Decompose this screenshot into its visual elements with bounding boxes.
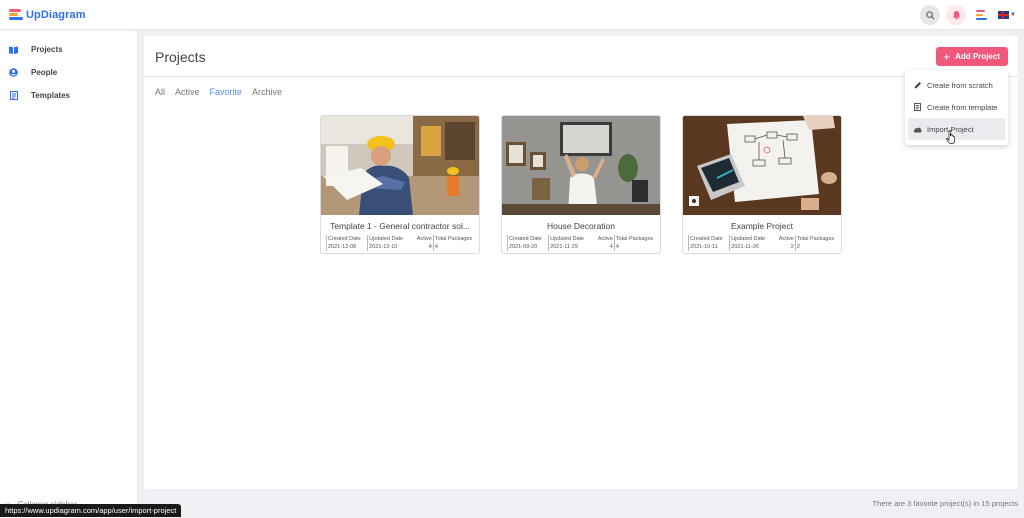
project-thumbnail-house	[502, 116, 660, 215]
created-date-value: 2021-10-11	[690, 244, 718, 250]
language-selector[interactable]: ▼	[998, 11, 1016, 19]
bell-icon	[952, 10, 960, 20]
updated-date-header: Updated Date	[731, 236, 766, 242]
updated-date-value: 2021-11-29	[550, 244, 578, 250]
sidebar: Projects People Templates « Collapse sid…	[0, 31, 138, 518]
logo-text: UpDiagram	[26, 9, 86, 21]
uk-flag-icon	[998, 11, 1010, 19]
active-value: 2	[790, 244, 794, 250]
sidebar-item-label: Templates	[31, 91, 70, 100]
header-actions: ▼	[920, 5, 1016, 25]
tab-active[interactable]: Active	[175, 87, 200, 97]
menu-lines-button[interactable]	[972, 5, 992, 25]
project-meta: Created Date 2021-12-08 Updated Date 2021-…	[321, 235, 479, 251]
document-icon	[913, 103, 922, 112]
updated-date-value: 2021-11-26	[731, 244, 759, 250]
page-title: Projects	[155, 49, 206, 65]
updated-date-value: 2021-12-10	[369, 244, 398, 250]
tab-archive[interactable]: Archive	[252, 87, 282, 97]
project-thumbnail-example	[683, 116, 841, 215]
menu-lines-icon	[976, 9, 988, 20]
add-project-label: Add Project	[955, 52, 1000, 61]
created-date-header: Created Date	[690, 236, 723, 242]
option-label: Create from template	[927, 102, 998, 112]
created-date-value: 2021-12-08	[328, 244, 357, 250]
total-packages-value: 2	[796, 244, 800, 250]
search-icon	[925, 10, 935, 20]
active-value: 4	[428, 244, 432, 250]
project-cards: Template 1 - General contractor sol... C…	[320, 115, 842, 254]
favorite-count-summary: There are 3 favorite project(s) in 15 pr…	[872, 499, 1018, 508]
browser-status-url: https://www.updiagram.com/app/user/impor…	[0, 504, 182, 517]
project-card[interactable]: Template 1 - General contractor sol... C…	[320, 115, 480, 254]
total-packages-header: Total Packages	[434, 236, 473, 242]
created-date-value: 2021-09-20	[509, 244, 538, 250]
project-meta: Created Date 2021-09-20 Updated Date 2021-…	[502, 235, 660, 251]
project-card[interactable]: House Decoration Created Date 2021-09-20 …	[501, 115, 661, 254]
total-packages-header: Total Packages	[615, 236, 654, 242]
option-label: Create from scratch	[927, 80, 993, 90]
add-project-button[interactable]: + Add Project	[936, 47, 1008, 66]
create-from-scratch-option[interactable]: Create from scratch	[908, 74, 1005, 96]
top-bar: UpDiagram ▼	[0, 0, 1024, 30]
header-divider	[144, 76, 1018, 77]
active-header: Active	[597, 236, 613, 242]
active-value: 4	[609, 244, 613, 250]
create-from-template-option[interactable]: Create from template	[908, 96, 1005, 118]
cloud-icon	[913, 125, 922, 134]
project-title: Example Project	[731, 221, 793, 231]
active-header: Active	[416, 236, 432, 242]
project-title: Template 1 - General contractor sol...	[330, 221, 470, 231]
hand-cursor-icon	[946, 130, 955, 144]
project-title: House Decoration	[546, 221, 616, 231]
project-thumbnail-contractor	[321, 116, 479, 215]
sidebar-item-projects[interactable]: Projects	[0, 38, 137, 61]
logo-icon	[9, 9, 23, 21]
project-card[interactable]: Example Project Created Date 2021-10-11 U…	[682, 115, 842, 254]
total-packages-header: Total Packages	[796, 236, 835, 242]
notifications-button[interactable]	[946, 5, 967, 25]
tab-favorite[interactable]: Favorite	[210, 87, 243, 97]
sidebar-item-label: People	[31, 68, 58, 77]
updated-date-header: Updated Date	[550, 236, 585, 242]
total-packages-value: 4	[434, 244, 438, 250]
chevron-down-icon: ▼	[1010, 12, 1016, 18]
search-button[interactable]	[920, 5, 941, 25]
sidebar-item-people[interactable]: People	[0, 61, 137, 84]
sidebar-item-templates[interactable]: Templates	[0, 84, 137, 107]
active-header: Active	[778, 236, 794, 242]
sidebar-item-label: Projects	[31, 45, 63, 54]
created-date-header: Created Date	[509, 236, 542, 242]
pencil-icon	[913, 81, 922, 90]
person-icon	[9, 68, 18, 77]
app-logo[interactable]: UpDiagram	[9, 7, 86, 23]
project-meta: Created Date 2021-10-11 Updated Date 2021-…	[683, 235, 841, 251]
created-date-header: Created Date	[328, 236, 361, 242]
total-packages-value: 4	[615, 244, 619, 250]
updated-date-header: Updated Date	[369, 236, 404, 242]
project-filter-tabs: All Active Favorite Archive	[155, 87, 282, 97]
book-icon	[9, 45, 18, 54]
projects-panel: Projects + Add Project All Active Favori…	[144, 36, 1018, 489]
template-icon	[9, 91, 18, 100]
tab-all[interactable]: All	[155, 87, 165, 97]
plus-icon: +	[943, 49, 951, 64]
